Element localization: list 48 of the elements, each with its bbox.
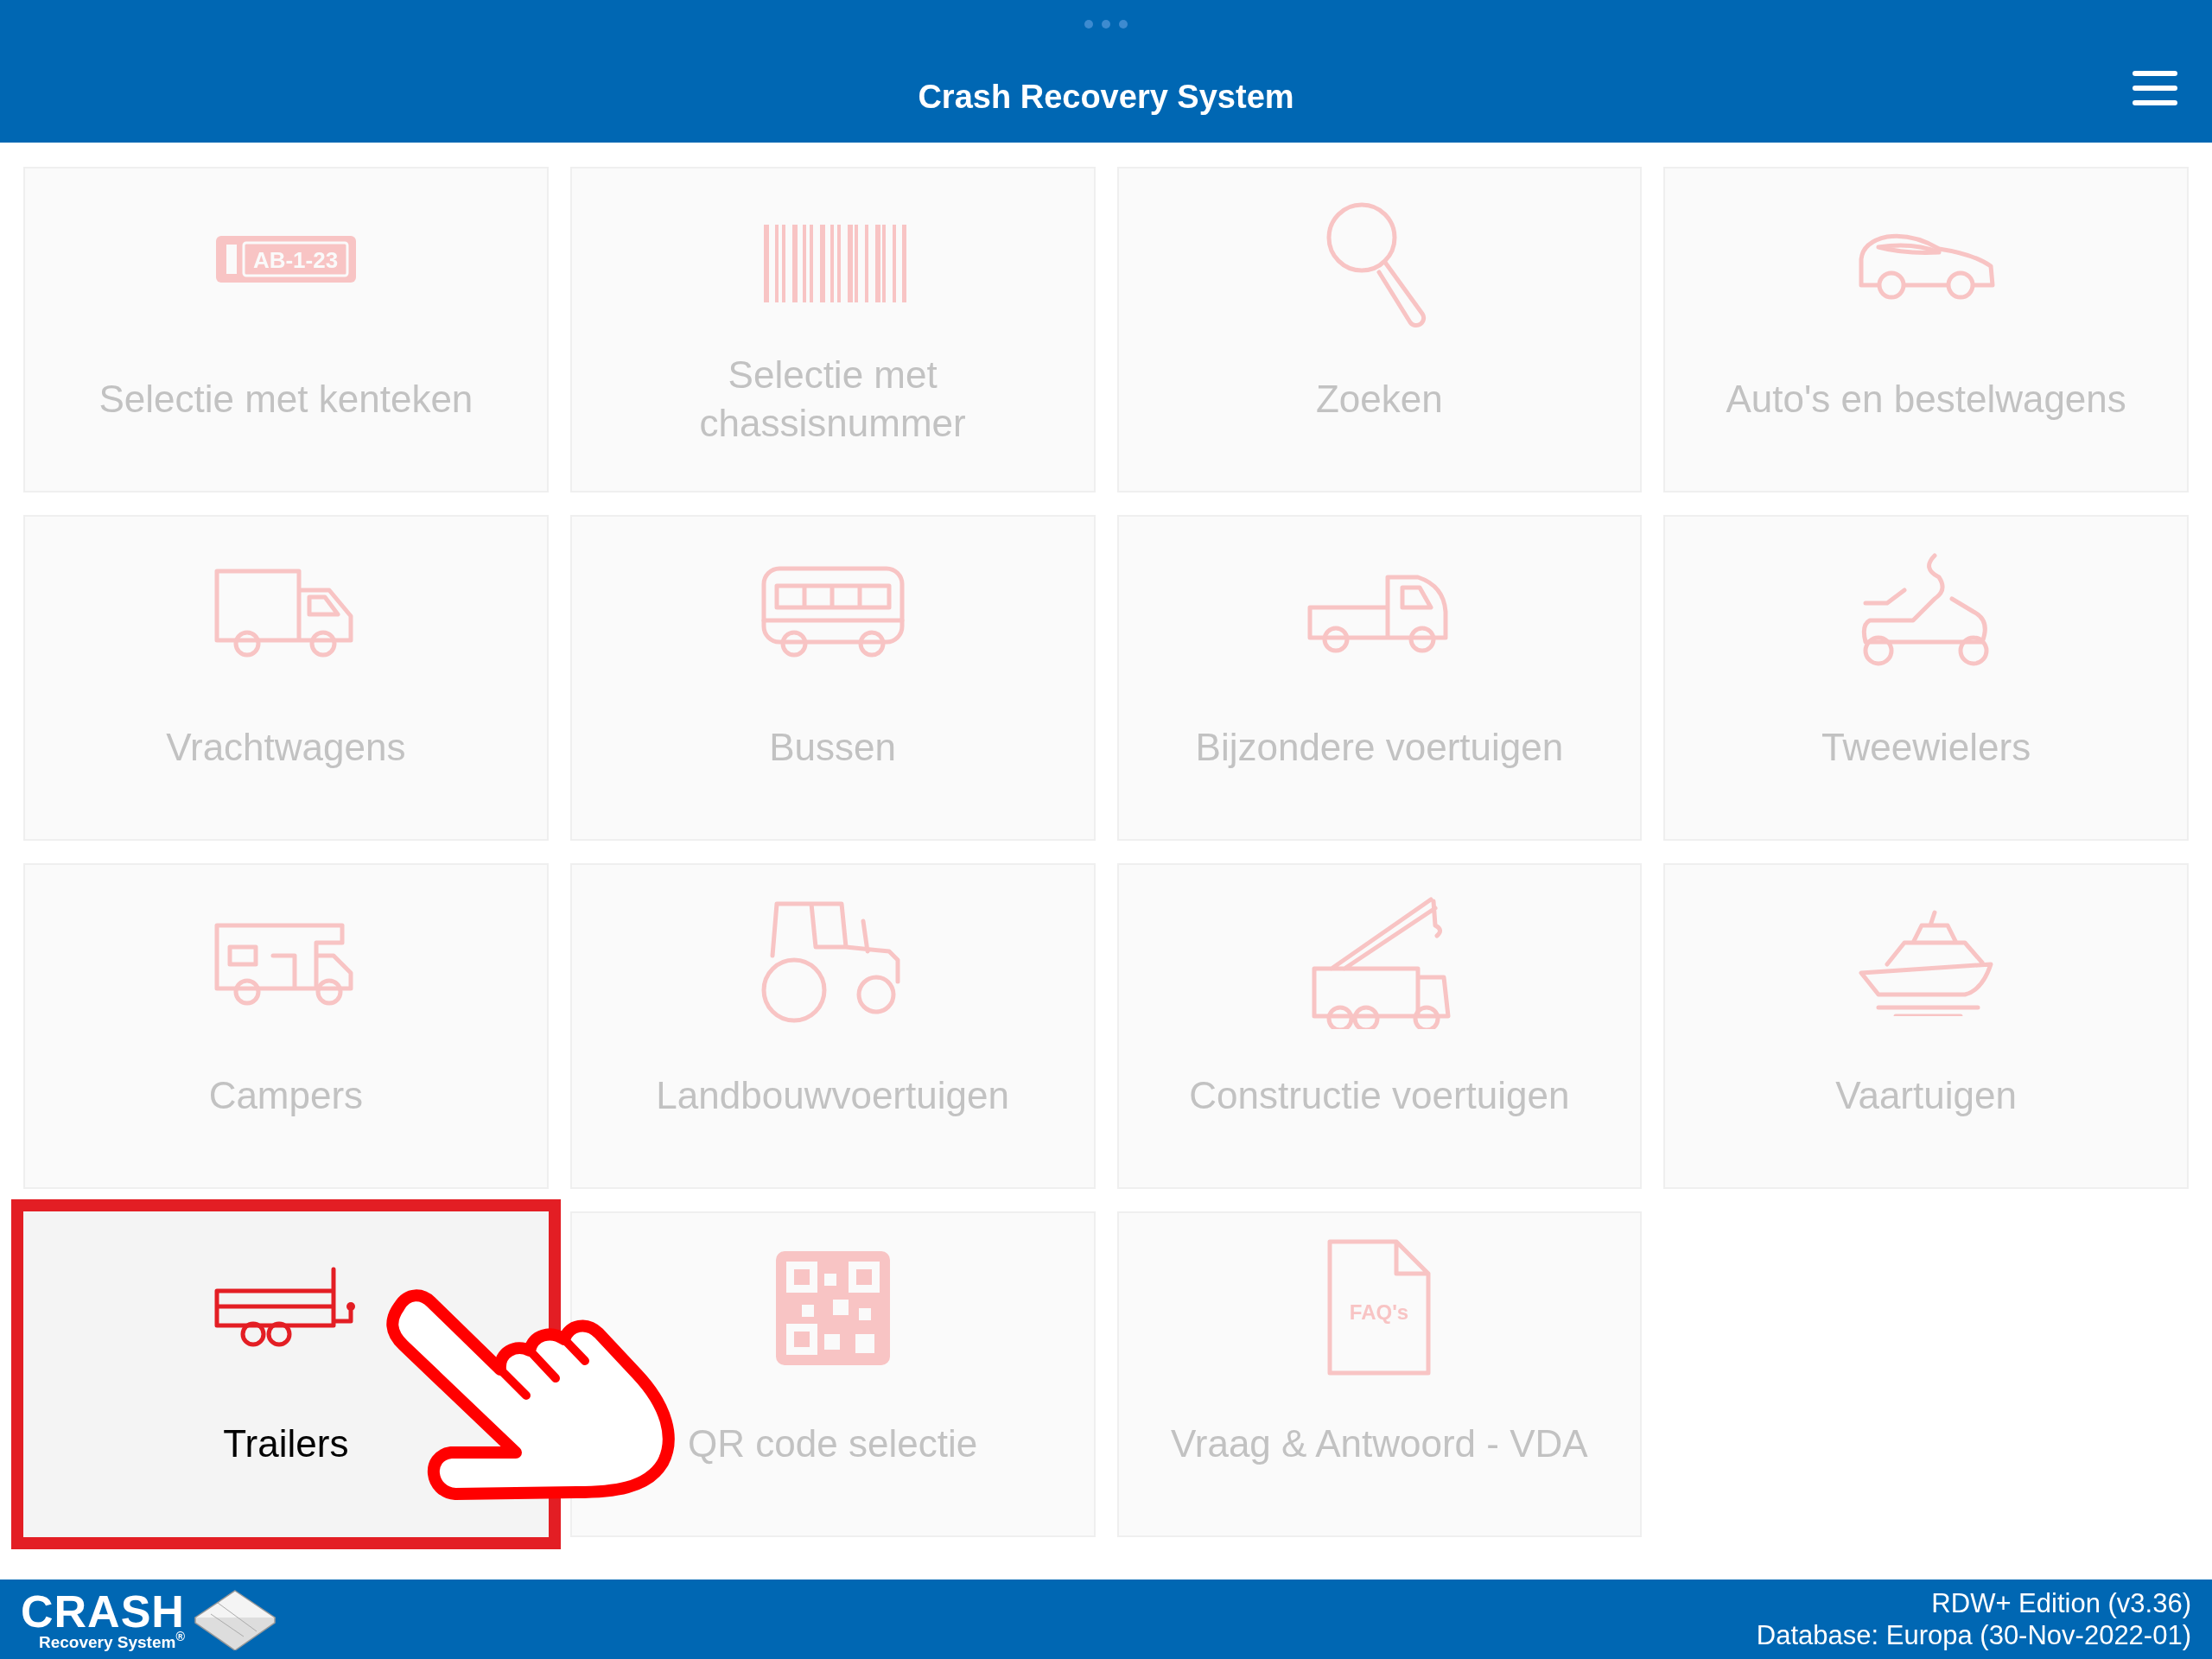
- pickup-truck-icon: [1307, 575, 1448, 653]
- menu-tile[interactable]: Landbouwvoertuigen: [569, 863, 1096, 1189]
- database-text: Database: Europa (30-Nov-2022-01): [1756, 1619, 2191, 1652]
- menu-tile[interactable]: Selectie met chassisnummer: [569, 167, 1096, 493]
- boat-icon: [1859, 910, 1993, 1016]
- menu-tile[interactable]: Auto's en bestelwagens: [1663, 167, 2189, 493]
- document-icon: [1327, 1239, 1431, 1376]
- tile-label: Campers: [208, 1072, 364, 1118]
- tile-label: Bijzondere voertuigen: [1195, 724, 1564, 770]
- tile-label: Vrachtwagens: [166, 724, 406, 770]
- menu-tile[interactable]: QR code selectie: [569, 1211, 1096, 1537]
- camper-icon: [214, 923, 353, 1006]
- tile-label: Vraag & Antwoord - VDA: [1171, 1421, 1588, 1466]
- tile-label: Zoeken: [1316, 376, 1443, 422]
- menu-tile[interactable]: Vrachtwagens: [23, 515, 549, 841]
- menu-tile[interactable]: Tweewielers: [1663, 515, 2189, 841]
- edition-text: RDW+ Edition (v3.36): [1930, 1586, 2191, 1619]
- tile-label: Vaartuigen: [1835, 1072, 2017, 1118]
- menu-tile[interactable]: Bussen: [569, 515, 1096, 841]
- menu-tile[interactable]: Constructie voertuigen: [1116, 863, 1643, 1189]
- menu-tile[interactable]: Bijzondere voertuigen: [1116, 515, 1643, 841]
- qr-code-icon: [775, 1251, 890, 1365]
- dots-icon[interactable]: [1084, 19, 1128, 29]
- license-plate-icon: [215, 236, 356, 283]
- tile-label: Auto's en bestelwagens: [1726, 376, 2126, 422]
- tile-label: Landbouwvoertuigen: [656, 1072, 1009, 1118]
- tile-label: Selectie met chassisnummer: [698, 352, 967, 446]
- tile-label: Constructie voertuigen: [1189, 1072, 1570, 1118]
- crane-truck-icon: [1312, 897, 1451, 1029]
- logo-subtitle: Recovery System$^{®}$: [38, 1633, 185, 1650]
- menu-tile[interactable]: Campers: [23, 863, 549, 1189]
- app-title: Crash Recovery System: [918, 78, 1294, 117]
- menu-button[interactable]: [2133, 71, 2177, 105]
- tile-label: Selectie met kenteken: [99, 376, 474, 422]
- search-icon: [1326, 202, 1427, 328]
- tile-label: QR code selectie: [688, 1421, 978, 1466]
- scooter-icon: [1861, 553, 1989, 666]
- car-icon: [1859, 233, 1995, 300]
- menu-tile[interactable]: Vaartuigen: [1663, 863, 2189, 1189]
- tile-label: Trailers: [223, 1421, 349, 1466]
- barcode-icon: [763, 225, 906, 302]
- truck-icon: [214, 569, 353, 658]
- trailer-icon: [214, 1267, 355, 1347]
- tractor-icon: [761, 901, 900, 1023]
- tile-label: Bussen: [769, 724, 896, 770]
- bus-icon: [761, 566, 905, 658]
- tile-label: Tweewielers: [1821, 724, 2031, 770]
- menu-tile[interactable]: Zoeken: [1116, 167, 1643, 493]
